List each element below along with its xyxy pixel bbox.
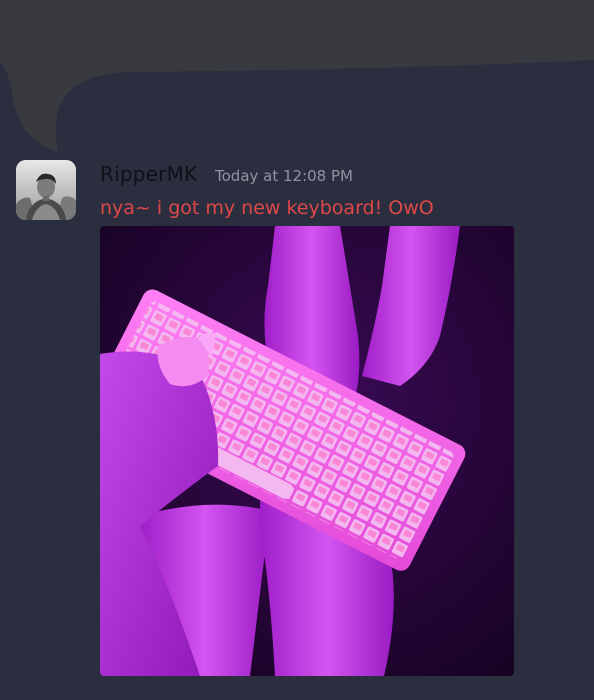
speech-bubble-tail: [0, 0, 594, 152]
avatar[interactable]: [16, 160, 76, 220]
image-attachment[interactable]: [100, 226, 514, 676]
message-text: nya~ i got my new keyboard! OwO: [100, 197, 434, 219]
username[interactable]: RipperMK: [100, 160, 197, 188]
user-photo-avatar-icon: [16, 160, 76, 220]
chat-screenshot: RipperMK Today at 12:08 PM nya~ i got my…: [0, 0, 594, 700]
timestamp: Today at 12:08 PM: [215, 167, 353, 185]
keyboard-photo-icon: [100, 226, 514, 676]
